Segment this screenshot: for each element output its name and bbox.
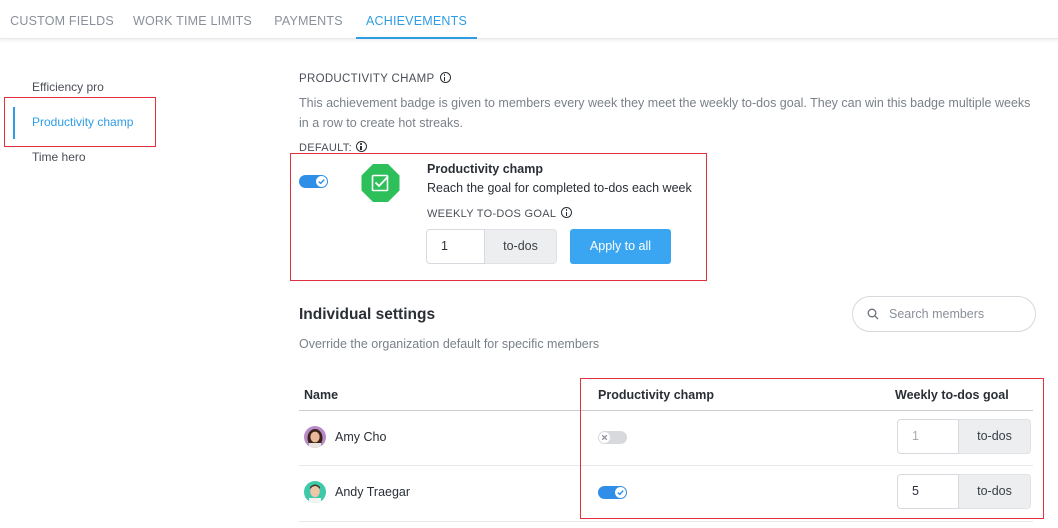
tab-work-time-limits[interactable]: WORK TIME LIMITS [124, 0, 261, 39]
table-row-divider [299, 521, 1033, 522]
sidebar-item-time-hero[interactable]: Time hero [32, 150, 86, 164]
search-members-input[interactable] [889, 297, 1029, 331]
table-row-divider [299, 465, 1033, 466]
info-icon[interactable] [355, 141, 367, 152]
apply-to-all-button[interactable]: Apply to all [570, 229, 671, 264]
search-icon [867, 308, 879, 320]
weekly-goal-label-text: WEEKLY TO-DOS GOAL [427, 208, 557, 220]
card-subtitle: Reach the goal for completed to-dos each… [427, 181, 692, 195]
info-icon[interactable] [561, 207, 573, 218]
tab-achievements[interactable]: ACHIEVEMENTS [356, 0, 477, 39]
column-header-productivity-champ: Productivity champ [598, 388, 714, 402]
settings-tabs: CUSTOM FIELDS WORK TIME LIMITS PAYMENTS … [0, 0, 1058, 39]
badge-checkbox-icon [361, 163, 400, 203]
member-toggle-amy-cho[interactable] [598, 431, 627, 444]
toggle-knob [316, 176, 327, 187]
card-title: Productivity champ [427, 162, 543, 176]
member-name: Amy Cho [335, 430, 387, 444]
member-goal-unit: to-dos [959, 474, 1031, 509]
section-title: PRODUCTIVITY CHAMP [299, 72, 451, 85]
default-label-text: DEFAULT: [299, 142, 352, 154]
default-label: DEFAULT: [299, 141, 367, 154]
avatar [304, 481, 326, 503]
toggle-knob [615, 487, 626, 498]
member-goal-input-andy-traegar[interactable]: 5 [897, 474, 959, 509]
achievement-description: This achievement badge is given to membe… [299, 96, 1031, 130]
member-goal-input-amy-cho[interactable]: 1 [897, 419, 959, 454]
default-goal-input[interactable]: 1 [426, 229, 485, 264]
tab-payments[interactable]: PAYMENTS [261, 0, 356, 39]
avatar [304, 426, 326, 448]
tab-custom-fields[interactable]: CUSTOM FIELDS [0, 0, 124, 39]
member-toggle-andy-traegar[interactable] [598, 486, 627, 499]
sidebar-item-efficiency-pro[interactable]: Efficiency pro [32, 80, 104, 94]
table-header-divider [299, 410, 1033, 411]
column-header-weekly-goal: Weekly to-dos goal [895, 388, 1009, 402]
weekly-goal-label: WEEKLY TO-DOS GOAL [427, 207, 573, 220]
info-icon[interactable] [439, 72, 451, 83]
toggle-knob [599, 432, 610, 443]
member-name: Andy Traegar [335, 485, 411, 499]
member-goal-unit: to-dos [959, 419, 1031, 454]
search-members [852, 296, 1036, 332]
sidebar-active-indicator [13, 107, 15, 139]
individual-settings-subtitle: Override the organization default for sp… [299, 337, 600, 351]
column-header-name: Name [304, 388, 339, 402]
individual-settings-title: Individual settings [299, 306, 436, 323]
default-toggle[interactable] [299, 175, 328, 188]
sidebar-item-productivity-champ[interactable]: Productivity champ [32, 115, 133, 129]
default-goal-unit: to-dos [485, 229, 557, 264]
section-title-text: PRODUCTIVITY CHAMP [299, 73, 435, 85]
